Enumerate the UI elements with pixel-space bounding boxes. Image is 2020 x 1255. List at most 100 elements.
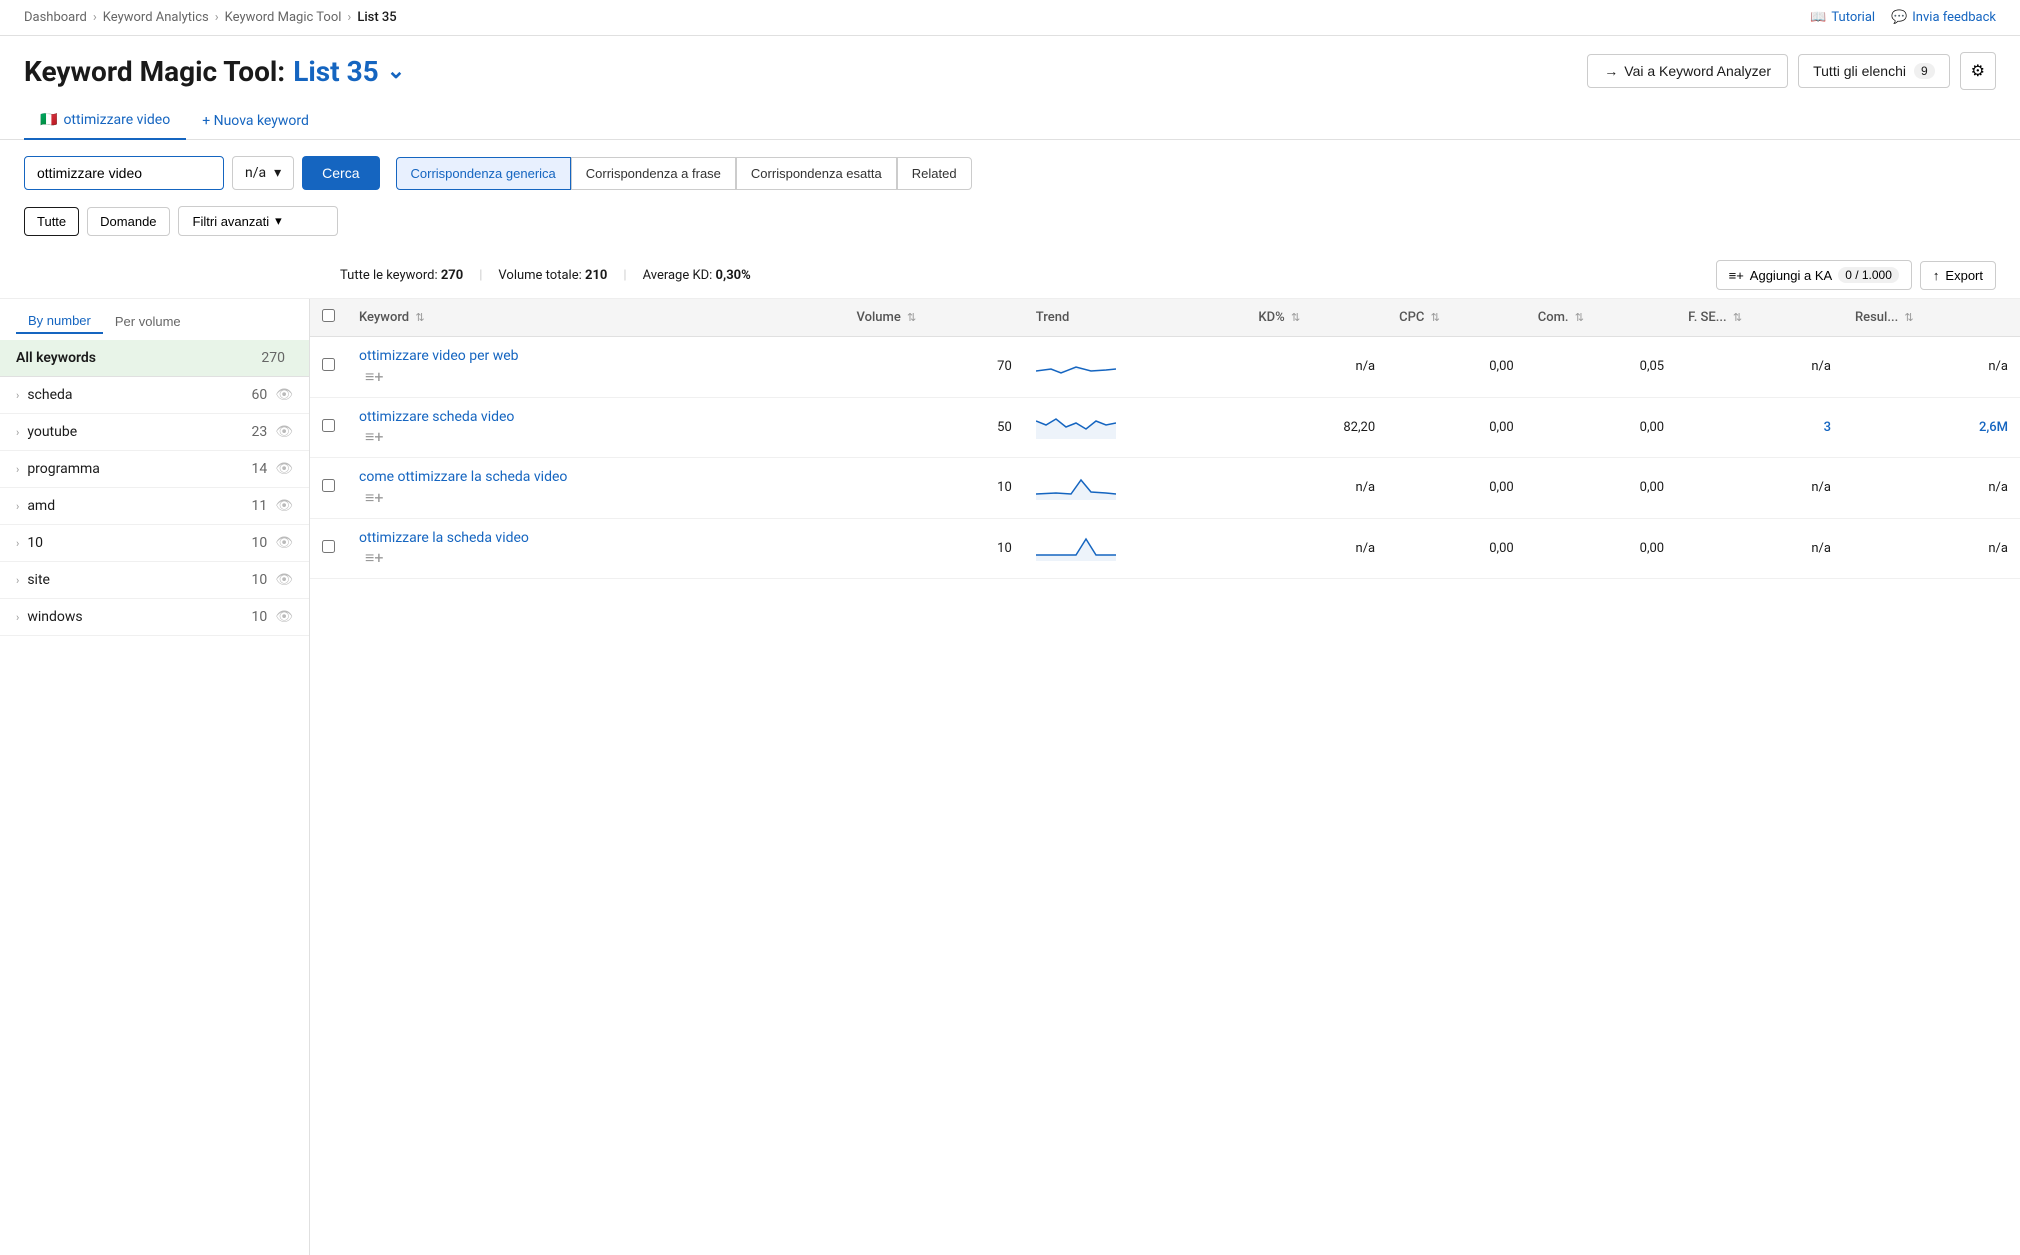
select-all-checkbox[interactable] [322, 309, 335, 322]
sidebar-item-label: scheda [27, 387, 251, 403]
sort-icon: ⇅ [1904, 311, 1913, 324]
sidebar-item[interactable]: › amd 11 👁 [0, 488, 309, 525]
sidebar: By number Per volume All keywords 270 › … [0, 299, 310, 1255]
th-kd[interactable]: KD% ⇅ [1246, 299, 1387, 337]
td-checkbox [310, 518, 347, 579]
sidebar-item-count: 60 [251, 387, 267, 403]
sort-per-volume-button[interactable]: Per volume [103, 310, 193, 333]
td-com: 0,00 [1526, 397, 1676, 458]
eye-icon[interactable]: 👁 [275, 424, 293, 440]
filter-advanced-button[interactable]: Filtri avanzati ▾ [178, 206, 338, 236]
table-row: ottimizzare scheda video ≡+ 50 82,20 0,0… [310, 397, 2020, 458]
add-to-list-icon[interactable]: ≡+ [359, 546, 389, 569]
td-volume: 10 [844, 518, 1023, 579]
td-result: n/a [1843, 337, 2020, 398]
breadcrumb-magic-tool[interactable]: Keyword Magic Tool [225, 10, 342, 25]
table-row: ottimizzare la scheda video ≡+ 10 n/a 0,… [310, 518, 2020, 579]
sort-icon: ⇅ [1575, 311, 1584, 324]
td-cpc: 0,00 [1387, 518, 1526, 579]
keywords-stat: Tutte le keyword: 270 [340, 268, 463, 283]
td-volume: 50 [844, 397, 1023, 458]
keyword-link[interactable]: come ottimizzare la scheda video [359, 468, 832, 488]
sort-icon: ⇅ [1733, 311, 1742, 324]
stats-row: Tutte le keyword: 270 | Volume totale: 2… [0, 252, 2020, 299]
eye-icon[interactable]: 👁 [275, 609, 293, 625]
th-com[interactable]: Com. ⇅ [1526, 299, 1676, 337]
export-button[interactable]: ↑ Export [1920, 261, 1996, 290]
th-volume[interactable]: Volume ⇅ [844, 299, 1023, 337]
row-checkbox[interactable] [322, 479, 335, 492]
keyword-analyzer-button[interactable]: → Vai a Keyword Analyzer [1587, 54, 1788, 88]
sidebar-sort: By number Per volume [0, 299, 309, 340]
volume-count: 210 [585, 268, 607, 283]
sidebar-item[interactable]: › site 10 👁 [0, 562, 309, 599]
add-to-list-icon[interactable]: ≡+ [359, 425, 389, 448]
chevron-down-icon: ▾ [274, 165, 281, 181]
match-generic-button[interactable]: Corrispondenza generica [396, 157, 571, 190]
filter-tutte-button[interactable]: Tutte [24, 207, 79, 236]
book-icon: 📖 [1810, 10, 1826, 25]
cerca-button[interactable]: Cerca [302, 156, 379, 190]
th-fse[interactable]: F. SE... ⇅ [1676, 299, 1843, 337]
sidebar-item[interactable]: › windows 10 👁 [0, 599, 309, 636]
row-checkbox[interactable] [322, 540, 335, 553]
main-content: By number Per volume All keywords 270 › … [0, 299, 2020, 1255]
td-kd: n/a [1246, 458, 1387, 519]
eye-icon[interactable]: 👁 [275, 572, 293, 588]
breadcrumb-dashboard[interactable]: Dashboard [24, 10, 87, 25]
settings-button[interactable]: ⚙ [1960, 52, 1996, 90]
th-result[interactable]: Resul... ⇅ [1843, 299, 2020, 337]
chevron-right-icon: › [16, 537, 19, 550]
td-com: 0,05 [1526, 337, 1676, 398]
tutorial-link[interactable]: 📖 Tutorial [1810, 10, 1875, 25]
search-input[interactable] [24, 156, 224, 190]
sidebar-item[interactable]: › programma 14 👁 [0, 451, 309, 488]
td-trend [1024, 397, 1247, 458]
chevron-down-icon[interactable]: ⌄ [387, 59, 405, 84]
title-actions: → Vai a Keyword Analyzer Tutti gli elenc… [1587, 52, 1996, 90]
all-keywords-count: 270 [261, 350, 285, 366]
feedback-link[interactable]: 💬 Invia feedback [1891, 10, 1996, 25]
feedback-label: Invia feedback [1912, 10, 1996, 25]
sidebar-item-count: 10 [251, 535, 267, 551]
th-cpc[interactable]: CPC ⇅ [1387, 299, 1526, 337]
add-to-list-icon[interactable]: ≡+ [359, 486, 389, 509]
eye-icon[interactable]: 👁 [275, 461, 293, 477]
td-kd: n/a [1246, 518, 1387, 579]
sort-by-number-button[interactable]: By number [16, 309, 103, 334]
match-related-button[interactable]: Related [897, 157, 972, 190]
keyword-link[interactable]: ottimizzare scheda video [359, 408, 832, 428]
volume-stat: Volume totale: 210 [498, 268, 607, 283]
keyword-link[interactable]: ottimizzare la scheda video [359, 529, 832, 549]
eye-icon[interactable]: 👁 [275, 535, 293, 551]
sidebar-item-label: youtube [27, 424, 251, 440]
chevron-right-icon: › [16, 463, 19, 476]
keywords-count: 270 [441, 268, 463, 283]
sidebar-item[interactable]: › 10 10 👁 [0, 525, 309, 562]
row-checkbox[interactable] [322, 419, 335, 432]
trend-chart [1036, 533, 1116, 561]
sidebar-item[interactable]: › scheda 60 👁 [0, 377, 309, 414]
table-area: Keyword ⇅ Volume ⇅ Trend KD% ⇅ CPC ⇅ [310, 299, 2020, 1255]
eye-icon[interactable]: 👁 [275, 498, 293, 514]
country-select[interactable]: n/a ▾ [232, 156, 294, 190]
sidebar-all-keywords[interactable]: All keywords 270 [0, 340, 309, 377]
tab-add-keyword[interactable]: + Nuova keyword [186, 103, 325, 139]
tutti-elenchi-button[interactable]: Tutti gli elenchi 9 [1798, 54, 1950, 88]
th-keyword[interactable]: Keyword ⇅ [347, 299, 844, 337]
aggiungi-count: 0 / 1.000 [1838, 267, 1899, 283]
match-phrase-button[interactable]: Corrispondenza a frase [571, 157, 736, 190]
td-fse: n/a [1676, 518, 1843, 579]
tab-ottimizzare-video[interactable]: 🇮🇹 ottimizzare video [24, 102, 186, 140]
td-trend [1024, 458, 1247, 519]
td-fse: n/a [1676, 337, 1843, 398]
sidebar-item[interactable]: › youtube 23 👁 [0, 414, 309, 451]
row-checkbox[interactable] [322, 358, 335, 371]
eye-icon[interactable]: 👁 [275, 387, 293, 403]
add-to-list-icon[interactable]: ≡+ [359, 365, 389, 388]
filter-domande-button[interactable]: Domande [87, 207, 169, 236]
match-exact-button[interactable]: Corrispondenza esatta [736, 157, 897, 190]
aggiungi-ka-button[interactable]: ≡+ Aggiungi a KA 0 / 1.000 [1716, 260, 1912, 290]
keyword-link[interactable]: ottimizzare video per web [359, 347, 832, 367]
breadcrumb-analytics[interactable]: Keyword Analytics [103, 10, 209, 25]
